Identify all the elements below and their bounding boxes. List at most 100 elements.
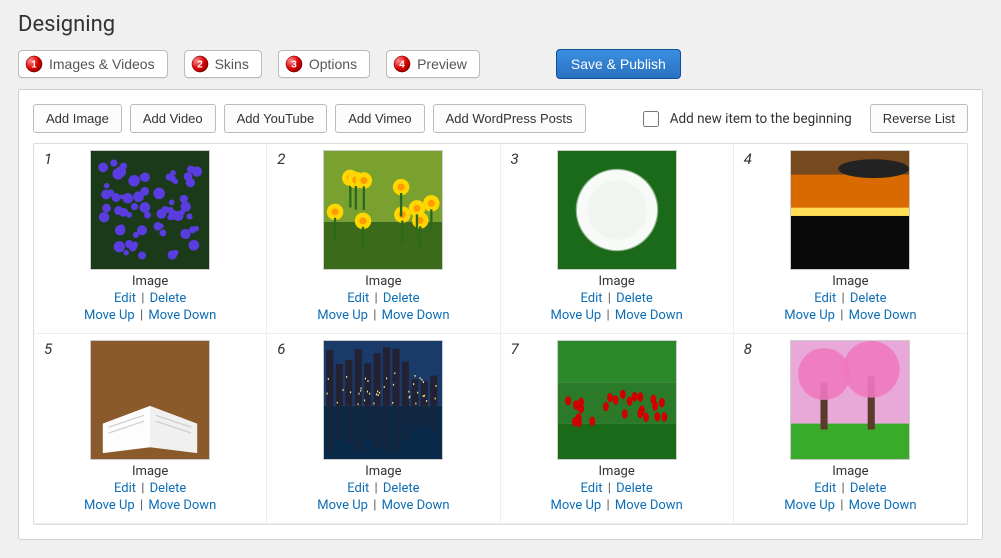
edit-link[interactable]: Edit [580, 481, 602, 496]
item-index: 1 [44, 150, 52, 168]
separator: | [840, 308, 843, 323]
move-up-link[interactable]: Move Up [550, 308, 601, 323]
gallery-item: 4 Image Edit | Delete Move Up | Move Dow… [734, 144, 967, 334]
step-badge-3-icon: 3 [285, 55, 303, 73]
add-video-button[interactable]: Add Video [130, 104, 216, 133]
move-up-link[interactable]: Move Up [317, 308, 368, 323]
panel: Add Image Add Video Add YouTube Add Vime… [18, 89, 983, 540]
delete-link[interactable]: Delete [150, 481, 187, 496]
add-wp-posts-button[interactable]: Add WordPress Posts [433, 104, 586, 133]
edit-link[interactable]: Edit [114, 481, 136, 496]
separator: | [841, 291, 844, 306]
item-thumbnail[interactable] [323, 150, 443, 270]
item-thumbnail[interactable] [790, 340, 910, 460]
move-up-link[interactable]: Move Up [84, 498, 135, 513]
move-down-link[interactable]: Move Down [382, 498, 450, 513]
move-down-link[interactable]: Move Down [615, 498, 683, 513]
gallery-item: 8 Image Edit | Delete Move Up | Move Dow… [734, 334, 967, 524]
tab-label: Preview [417, 56, 467, 72]
panel-toolbar: Add Image Add Video Add YouTube Add Vime… [33, 104, 968, 133]
edit-link[interactable]: Edit [814, 291, 836, 306]
move-down-link[interactable]: Move Down [615, 308, 683, 323]
gallery-item: 5 Image Edit | Delete Move Up | Move Dow… [34, 334, 267, 524]
svg-text:3: 3 [291, 60, 297, 71]
save-publish-button[interactable]: Save & Publish [556, 49, 681, 79]
edit-link[interactable]: Edit [114, 291, 136, 306]
add-youtube-button[interactable]: Add YouTube [224, 104, 328, 133]
step-badge-2-icon: 2 [191, 55, 209, 73]
separator: | [374, 481, 377, 496]
item-index: 4 [744, 150, 752, 168]
separator: | [608, 481, 611, 496]
delete-link[interactable]: Delete [850, 481, 887, 496]
item-thumbnail[interactable] [323, 340, 443, 460]
reverse-list-button[interactable]: Reverse List [870, 104, 968, 133]
move-down-link[interactable]: Move Down [148, 308, 216, 323]
separator: | [841, 481, 844, 496]
move-down-link[interactable]: Move Down [849, 308, 917, 323]
edit-link[interactable]: Edit [814, 481, 836, 496]
move-down-link[interactable]: Move Down [382, 308, 450, 323]
svg-text:1: 1 [31, 60, 37, 71]
move-up-link[interactable]: Move Up [784, 308, 835, 323]
item-thumbnail[interactable] [90, 340, 210, 460]
move-down-link[interactable]: Move Down [148, 498, 216, 513]
move-up-link[interactable]: Move Up [84, 308, 135, 323]
delete-link[interactable]: Delete [383, 481, 420, 496]
item-index: 7 [511, 340, 519, 358]
item-type-label: Image [507, 464, 727, 479]
delete-link[interactable]: Delete [616, 481, 653, 496]
svg-text:2: 2 [197, 60, 203, 71]
item-type-label: Image [507, 274, 727, 289]
delete-link[interactable]: Delete [150, 291, 187, 306]
gallery-item: 3 Image Edit | Delete Move Up | Move Dow… [501, 144, 734, 334]
separator: | [374, 291, 377, 306]
delete-link[interactable]: Delete [850, 291, 887, 306]
delete-link[interactable]: Delete [616, 291, 653, 306]
move-down-link[interactable]: Move Down [849, 498, 917, 513]
gallery-item: 1 Image Edit | Delete Move Up | Move Dow… [34, 144, 267, 334]
item-index: 8 [744, 340, 752, 358]
separator: | [141, 291, 144, 306]
gallery-item: 6 Image Edit | Delete Move Up | Move Dow… [267, 334, 500, 524]
gallery-item: 2 Image Edit | Delete Move Up | Move Dow… [267, 144, 500, 334]
svg-text:4: 4 [399, 60, 405, 71]
item-thumbnail[interactable] [790, 150, 910, 270]
add-vimeo-button[interactable]: Add Vimeo [335, 104, 424, 133]
item-index: 6 [277, 340, 285, 358]
tab-images-videos[interactable]: 1 Images & Videos [18, 50, 168, 78]
add-image-button[interactable]: Add Image [33, 104, 122, 133]
separator: | [840, 498, 843, 513]
item-index: 2 [277, 150, 285, 168]
tab-skins[interactable]: 2 Skins [184, 50, 262, 78]
step-badge-1-icon: 1 [25, 55, 43, 73]
tabs-row: 1 Images & Videos 2 Skins 3 Options 4 Pr… [18, 49, 983, 79]
step-badge-4-icon: 4 [393, 55, 411, 73]
item-type-label: Image [740, 464, 961, 479]
tab-label: Images & Videos [49, 56, 155, 72]
gallery-item: 7 Image Edit | Delete Move Up | Move Dow… [501, 334, 734, 524]
delete-link[interactable]: Delete [383, 291, 420, 306]
tab-preview[interactable]: 4 Preview [386, 50, 480, 78]
edit-link[interactable]: Edit [347, 481, 369, 496]
move-up-link[interactable]: Move Up [784, 498, 835, 513]
item-type-label: Image [740, 274, 961, 289]
page-title: Designing [18, 12, 983, 37]
add-to-beginning-checkbox[interactable]: Add new item to the beginning [639, 108, 852, 130]
item-thumbnail[interactable] [557, 150, 677, 270]
add-to-beginning-label: Add new item to the beginning [670, 111, 852, 127]
edit-link[interactable]: Edit [347, 291, 369, 306]
item-thumbnail[interactable] [90, 150, 210, 270]
add-to-beginning-input[interactable] [643, 111, 659, 127]
item-thumbnail[interactable] [557, 340, 677, 460]
edit-link[interactable]: Edit [580, 291, 602, 306]
item-type-label: Image [273, 464, 493, 479]
tab-label: Skins [215, 56, 249, 72]
item-type-label: Image [40, 274, 260, 289]
separator: | [606, 308, 609, 323]
tab-options[interactable]: 3 Options [278, 50, 370, 78]
move-up-link[interactable]: Move Up [317, 498, 368, 513]
item-type-label: Image [40, 464, 260, 479]
separator: | [141, 481, 144, 496]
move-up-link[interactable]: Move Up [550, 498, 601, 513]
